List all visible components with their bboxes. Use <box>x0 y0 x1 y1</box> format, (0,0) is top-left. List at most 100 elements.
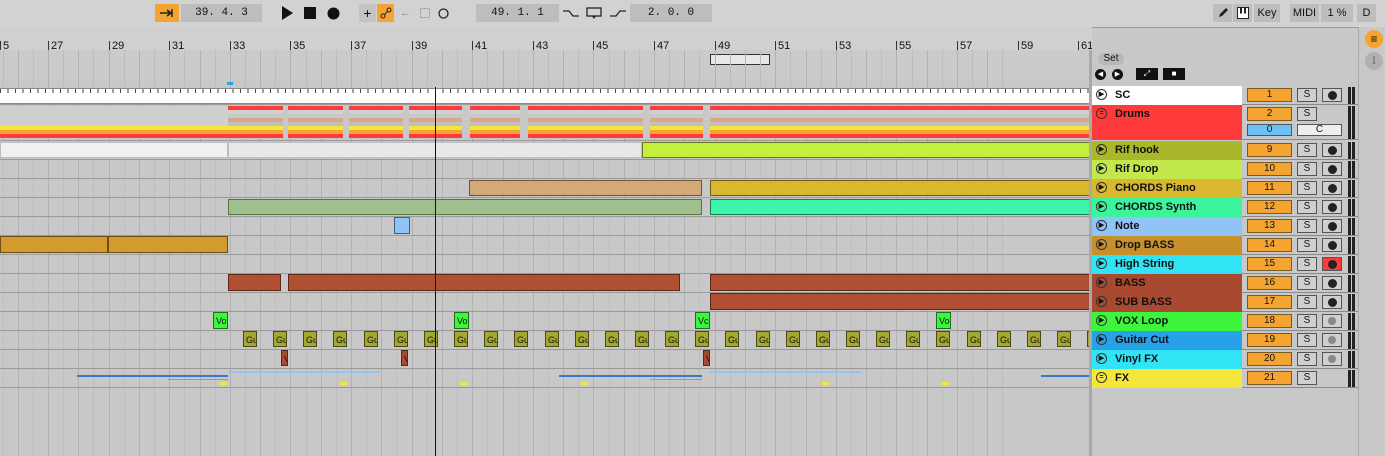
track-play-icon[interactable]: ▶ <box>1096 201 1107 212</box>
track-play-icon[interactable]: ▶ <box>1096 315 1107 326</box>
arm-button[interactable] <box>1322 88 1342 102</box>
track-number[interactable]: 21 <box>1247 371 1292 385</box>
rif-hook-clip[interactable] <box>642 142 1092 158</box>
guitar-cut-clip[interactable]: Gu <box>997 331 1011 347</box>
session-record-button[interactable] <box>435 4 452 22</box>
guitar-cut-clip[interactable]: Gu <box>665 331 679 347</box>
solo-button[interactable]: S <box>1297 333 1317 347</box>
guitar-cut-clip[interactable]: Gu <box>786 331 800 347</box>
track-number[interactable]: 15 <box>1247 257 1292 271</box>
track-play-icon[interactable]: ▶ <box>1096 182 1107 193</box>
overdub-button[interactable]: + <box>359 4 376 22</box>
arm-button[interactable] <box>1322 200 1342 214</box>
track-header-drums[interactable]: = Drums 2 S 0 C <box>1092 105 1358 140</box>
vinyl-fx-clip[interactable]: V <box>401 350 408 366</box>
loop-brace[interactable] <box>710 54 770 65</box>
track-number[interactable]: 1 <box>1247 88 1292 102</box>
track-number[interactable]: 11 <box>1247 181 1292 195</box>
lock-icon[interactable]: ■ <box>1163 68 1185 80</box>
track-play-icon[interactable]: ▶ <box>1096 258 1107 269</box>
track-name-cell[interactable]: ▶ Guitar Cut <box>1092 331 1242 350</box>
guitar-cut-clip[interactable]: Gu <box>484 331 498 347</box>
solo-button[interactable]: S <box>1297 276 1317 290</box>
track-number[interactable]: 19 <box>1247 333 1292 347</box>
guitar-cut-clip[interactable]: Gu <box>545 331 559 347</box>
draw-mode-button[interactable] <box>1213 4 1232 22</box>
drop-bass-clip[interactable] <box>108 236 228 253</box>
drums-clip[interactable] <box>710 106 1092 139</box>
guitar-cut-clip[interactable]: Gu <box>635 331 649 347</box>
guitar-cut-clip[interactable]: Gu <box>303 331 317 347</box>
nav-left-icon[interactable]: ◀ <box>1095 69 1106 80</box>
guitar-cut-clip[interactable]: Gu <box>514 331 528 347</box>
solo-button[interactable]: S <box>1297 238 1317 252</box>
drums-clip[interactable] <box>470 106 520 139</box>
solo-button[interactable]: S <box>1297 107 1317 121</box>
sc-lane-clip[interactable] <box>0 88 1092 104</box>
track-play-icon[interactable]: ▶ <box>1096 353 1107 364</box>
chords-synth-clip[interactable] <box>228 199 702 215</box>
drums-clip[interactable] <box>528 106 643 139</box>
sub-bass-clip[interactable] <box>710 293 1092 310</box>
vinyl-fx-clip[interactable]: V <box>703 350 710 366</box>
guitar-cut-clip[interactable]: Gu <box>575 331 589 347</box>
guitar-cut-clip[interactable]: Gu <box>364 331 378 347</box>
arm-button[interactable] <box>1322 352 1342 366</box>
track-number[interactable]: 13 <box>1247 219 1292 233</box>
track-play-icon[interactable]: ▶ <box>1096 296 1107 307</box>
track-name-cell[interactable]: ▶ VOX Loop <box>1092 312 1242 331</box>
solo-button[interactable]: S <box>1297 88 1317 102</box>
key-map-button[interactable]: Key <box>1254 4 1280 22</box>
midi-map-button[interactable]: MIDI <box>1290 4 1319 22</box>
follow-button[interactable] <box>155 4 179 22</box>
track-header-note[interactable]: ▶ Note 13 S <box>1092 217 1358 236</box>
solo-button[interactable]: S <box>1297 257 1317 271</box>
track-name-cell[interactable]: ▶ SUB BASS <box>1092 293 1242 312</box>
vox-loop-clip[interactable]: Vo <box>213 312 228 329</box>
guitar-cut-clip[interactable]: Gu <box>876 331 890 347</box>
guitar-cut-clip[interactable]: Gu <box>333 331 347 347</box>
track-header-vox-loop[interactable]: ▶ VOX Loop 18 S <box>1092 312 1358 331</box>
track-name-cell[interactable]: ▶ SC <box>1092 86 1242 105</box>
record-button[interactable] <box>325 4 341 22</box>
play-button[interactable] <box>278 4 296 22</box>
loop-length[interactable]: 2. 0. 0 <box>630 4 712 22</box>
guitar-cut-clip[interactable]: Gu <box>243 331 257 347</box>
track-play-icon[interactable]: ▶ <box>1096 89 1107 100</box>
solo-button[interactable]: S <box>1297 181 1317 195</box>
track-name-cell[interactable]: = FX <box>1092 369 1242 388</box>
guitar-cut-clip[interactable]: Gu <box>906 331 920 347</box>
track-play-icon[interactable]: ▶ <box>1096 277 1107 288</box>
track-number[interactable]: 17 <box>1247 295 1292 309</box>
track-number[interactable]: 18 <box>1247 314 1292 328</box>
drums-volume[interactable]: 0 <box>1247 124 1292 136</box>
computer-midi-keyboard-button[interactable] <box>1233 4 1252 22</box>
solo-button[interactable]: S <box>1297 200 1317 214</box>
guitar-cut-clip[interactable]: Gu <box>1027 331 1041 347</box>
drums-pan[interactable]: C <box>1297 124 1342 136</box>
track-play-icon[interactable]: ▶ <box>1096 334 1107 345</box>
arm-button[interactable] <box>1322 333 1342 347</box>
hamburger-icon[interactable]: ≡ <box>1365 30 1383 48</box>
bass-clip[interactable] <box>710 274 1092 291</box>
track-number[interactable]: 2 <box>1247 107 1292 121</box>
track-header-rif-drop[interactable]: ▶ Rif Drop 10 S <box>1092 160 1358 179</box>
note-clip[interactable] <box>394 217 410 234</box>
playhead[interactable] <box>435 87 436 456</box>
capture-button[interactable] <box>416 4 433 22</box>
chords-synth-clip[interactable] <box>710 199 1092 215</box>
track-number[interactable]: 14 <box>1247 238 1292 252</box>
stop-button[interactable] <box>302 4 318 22</box>
expand-icon[interactable]: ⤢ <box>1136 68 1158 80</box>
track-play-icon[interactable]: ▶ <box>1096 239 1107 250</box>
track-play-icon[interactable]: ▶ <box>1096 220 1107 231</box>
track-header-chords-synth[interactable]: ▶ CHORDS Synth 12 S <box>1092 198 1358 217</box>
track-number[interactable]: 9 <box>1247 143 1292 157</box>
track-play-icon[interactable]: = <box>1096 108 1107 119</box>
track-header-sub-bass[interactable]: ▶ SUB BASS 17 S <box>1092 293 1358 312</box>
track-name-cell[interactable]: ▶ CHORDS Synth <box>1092 198 1242 217</box>
track-name-cell[interactable]: = Drums <box>1092 105 1242 140</box>
arm-button[interactable] <box>1322 162 1342 176</box>
nav-right-icon[interactable]: ▶ <box>1112 69 1123 80</box>
track-name-cell[interactable]: ▶ High String <box>1092 255 1242 274</box>
